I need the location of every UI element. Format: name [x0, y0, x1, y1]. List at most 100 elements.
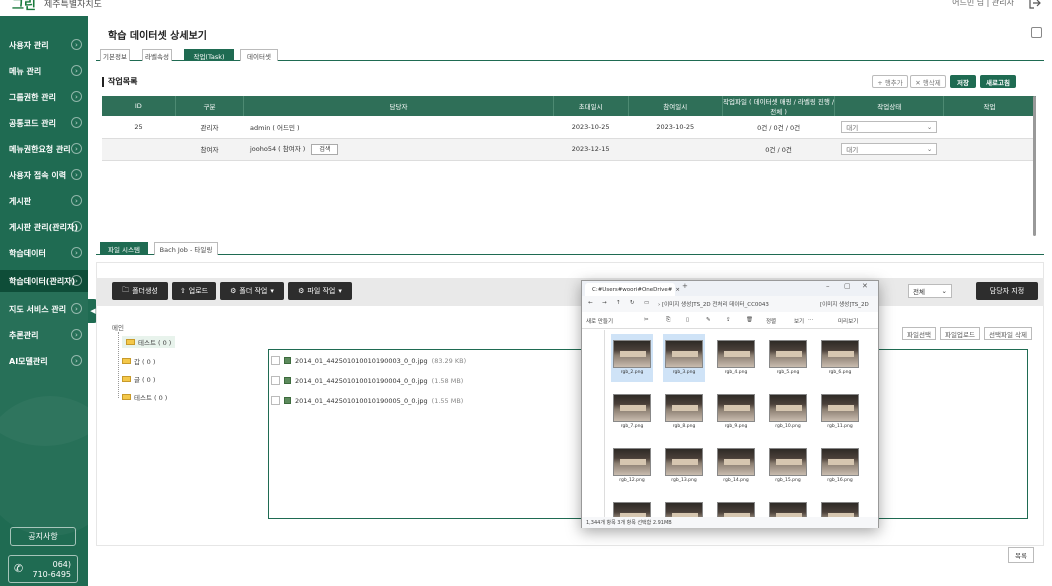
explorer-titlebar[interactable]: C:#Users#woori#OneDrive# × + – ▢ ✕	[582, 281, 878, 296]
tree-folder[interactable]: 글 ( 0 )	[122, 374, 155, 384]
file-explorer-window[interactable]: C:#Users#woori#OneDrive# × + – ▢ ✕ ← → ↑ …	[581, 280, 879, 528]
assign-button[interactable]: 담당자 지정	[976, 282, 1038, 300]
minimize-icon[interactable]: –	[826, 282, 830, 290]
cut-icon[interactable]: ✂	[644, 317, 649, 323]
table-row[interactable]: 25 관리자 admin ( 어드민 ) 2023-10-25 2023-10-…	[102, 116, 1036, 139]
preview-button[interactable]: 미리보기	[838, 317, 858, 325]
thumbnail[interactable]: rgb_7.png	[611, 388, 653, 436]
notice-button[interactable]: 공지사항	[10, 527, 76, 546]
sidebar-item-ai-model[interactable]: AI모델관리 ›	[0, 350, 88, 372]
file-row[interactable]: 2014_01_442501010010190005_0_0.jpg (1.55 …	[271, 396, 463, 405]
tree-folder[interactable]: 테스트 ( 0 )	[122, 336, 176, 348]
tree-folder[interactable]: 테스트 ( 0 )	[122, 392, 167, 402]
new-tab-button[interactable]: +	[682, 282, 688, 290]
close-icon[interactable]: ×	[675, 287, 680, 293]
delete-icon[interactable]: 🗑	[746, 317, 753, 323]
folder-work-button[interactable]: ⚙ 폴더 작업 ▾	[220, 282, 284, 300]
logo[interactable]: 그린	[12, 0, 36, 13]
sidebar-item-training-data-admin[interactable]: 학습데이터(관리자) ›	[0, 270, 88, 292]
tree-folder[interactable]: 갑 ( 0 )	[122, 356, 155, 366]
status-select[interactable]: 대기 ⌄	[841, 120, 938, 133]
sidebar-item-group-auth[interactable]: 그룹권한 관리 ›	[0, 86, 88, 108]
explorer-nav-pane[interactable]	[582, 330, 605, 517]
vertical-scrollbar[interactable]	[1033, 96, 1036, 236]
sidebar-item-map-service[interactable]: 지도 서비스 관리 ›	[0, 298, 88, 320]
expand-icon[interactable]	[1031, 27, 1042, 38]
tab-task[interactable]: 작업(Task)	[184, 49, 234, 61]
thumbnail[interactable]: rgb_5.png	[767, 334, 809, 382]
thumbnail[interactable]: rgb_10.png	[767, 388, 809, 436]
thumbnail[interactable]: rgb_4.png	[715, 334, 757, 382]
checkbox[interactable]	[271, 356, 280, 365]
thumbnail[interactable]: rgb_2.png	[611, 334, 653, 382]
table-row[interactable]: 참여자 jooho54 ( 참여자 ) 검색 2023-12-15 0건 / 0건…	[102, 138, 1036, 161]
thumbnail[interactable]: rgb_15.png	[767, 442, 809, 490]
maximize-icon[interactable]: ▢	[844, 282, 851, 290]
col-header[interactable]: 작업	[943, 96, 1036, 116]
refresh-button[interactable]: 새로고침	[980, 75, 1016, 88]
sidebar-item-menu-auth-request[interactable]: 메뉴권한요청 관리 ›	[0, 138, 88, 160]
tab-file-system[interactable]: 파일 시스템	[100, 242, 148, 255]
new-button[interactable]: 새로 만들기	[586, 317, 613, 325]
col-header[interactable]: 작업파일 ( 데이터셋 매핑 / 라벨링 진행 / 전체 )	[722, 96, 836, 116]
status-select[interactable]: 대기 ⌄	[841, 143, 938, 155]
col-header[interactable]: 구분	[175, 96, 245, 116]
delete-selected-button[interactable]: 선택파일 삭제	[984, 327, 1032, 340]
tab-batch-job[interactable]: Bach Job - 타일링	[154, 242, 218, 255]
thumbnail[interactable]: rgb_3.png	[663, 334, 705, 382]
up-icon[interactable]: ↑	[616, 300, 621, 306]
select-file-button[interactable]: 파일선택	[902, 327, 936, 340]
close-icon[interactable]: ✕	[862, 282, 868, 290]
sidebar-item-board-admin[interactable]: 게시판 관리(관리자) ›	[0, 216, 88, 238]
col-header[interactable]: 작업상태	[834, 96, 945, 116]
file-upload-button[interactable]: 파일업로드	[940, 327, 980, 340]
rename-icon[interactable]: ✎	[706, 317, 711, 323]
explorer-tab[interactable]: C:#Users#woori#OneDrive# ×	[585, 283, 680, 296]
view-button[interactable]: 보기	[794, 317, 804, 325]
tab-dataset[interactable]: 데이터셋	[240, 49, 278, 61]
col-header[interactable]: ID	[102, 96, 176, 116]
file-work-button[interactable]: ⚙ 파일 작업 ▾	[288, 282, 352, 300]
address-path[interactable]: › [이미지 생성]TS_2D 전처리 데이터_CC0043	[658, 300, 769, 308]
col-header[interactable]: 초대일시	[553, 96, 629, 116]
search-box[interactable]: [이미지 생성]TS_2D	[820, 300, 869, 308]
thumbnail[interactable]: rgb_9.png	[715, 388, 757, 436]
sidebar-item-inference[interactable]: 추론관리 ›	[0, 324, 88, 346]
thumbnail[interactable]: rgb_13.png	[663, 442, 705, 490]
tab-basic-info[interactable]: 기본정보	[100, 49, 130, 61]
more-button[interactable]: ···	[808, 317, 813, 323]
search-button[interactable]: 검색	[311, 144, 339, 155]
thumbnail[interactable]: rgb_6.png	[819, 334, 861, 382]
copy-icon[interactable]: ⎘	[666, 317, 670, 324]
thumbnail[interactable]: rgb_11.png	[819, 388, 861, 436]
paste-icon[interactable]: ▯	[686, 317, 689, 323]
checkbox[interactable]	[271, 376, 280, 385]
share-icon[interactable]: ⇪	[726, 317, 731, 323]
save-button[interactable]: 저장	[950, 75, 976, 88]
sidebar-item-menu[interactable]: 메뉴 관리 ›	[0, 60, 88, 82]
col-header[interactable]: 담당자	[243, 96, 554, 116]
tree-root[interactable]: 메인	[112, 322, 124, 332]
thumbnail[interactable]: rgb_8.png	[663, 388, 705, 436]
list-button[interactable]: 목록	[1008, 547, 1034, 563]
file-row[interactable]: 2014_01_442501010010190004_0_0.jpg (1.58 …	[271, 376, 463, 385]
sidebar-item-board[interactable]: 게시판 ›	[0, 190, 88, 212]
filter-select[interactable]: 전체 ⌄	[908, 284, 952, 298]
forward-icon[interactable]: →	[602, 300, 607, 306]
file-row[interactable]: 2014_01_442501010010190003_0_0.jpg (83.29…	[271, 356, 466, 365]
thumbnail[interactable]	[611, 496, 653, 517]
sidebar-item-access-log[interactable]: 사용자 접속 이력 ›	[0, 164, 88, 186]
thumbnail[interactable]	[767, 496, 809, 517]
thumbnail[interactable]: rgb_16.png	[819, 442, 861, 490]
col-header[interactable]: 참여일시	[628, 96, 723, 116]
thumbnail[interactable]: rgb_14.png	[715, 442, 757, 490]
checkbox[interactable]	[271, 396, 280, 405]
logout-icon[interactable]	[1028, 0, 1042, 10]
sidebar-item-common-code[interactable]: 공통코드 관리 ›	[0, 112, 88, 134]
thumbnail[interactable]	[819, 496, 861, 517]
add-row-button[interactable]: + 행추가	[872, 75, 908, 88]
thumbnail[interactable]	[715, 496, 757, 517]
make-folder-button[interactable]: 🗀 폴더생성	[112, 282, 168, 300]
thumbnail[interactable]	[663, 496, 705, 517]
thumbnail[interactable]: rgb_12.png	[611, 442, 653, 490]
